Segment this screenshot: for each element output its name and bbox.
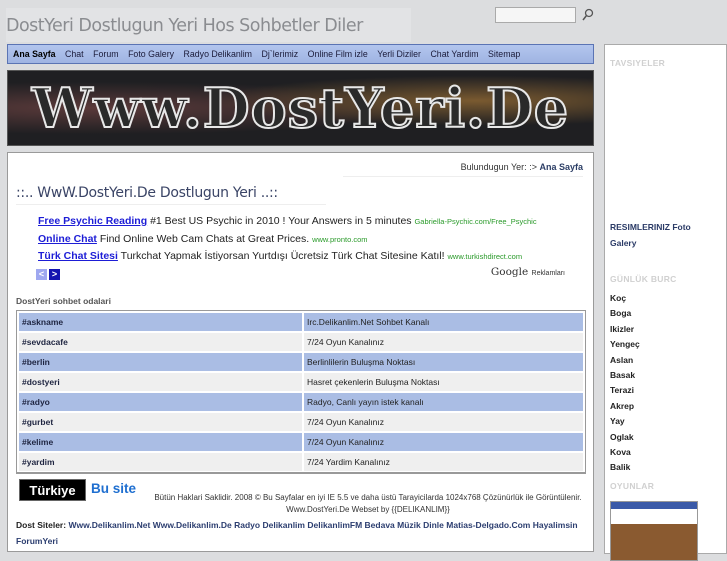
friend-site-link[interactable]: DelikanlimFM (307, 520, 362, 530)
burc-link[interactable]: Aslan (610, 355, 633, 365)
ad-text: Find Online Web Cam Chats at Great Price… (99, 233, 310, 245)
room-desc: 7/24 Yardim Kanalınız (304, 453, 583, 471)
nav-yerli-diziler[interactable]: Yerli Diziler (377, 49, 421, 59)
oyunlar-heading: OYUNLAR (610, 481, 655, 491)
ad-title[interactable]: Online Chat (38, 233, 97, 245)
google-ads-label[interactable]: Google Reklamları (491, 266, 565, 278)
burc-link[interactable]: Ikizler (610, 324, 634, 334)
ad-url[interactable]: Gabriella-Psychic.com/Free_Psychic (414, 217, 536, 226)
sidebar: TAVSIYELER RESIMLERINIZ Foto Galery GÜNL… (604, 44, 727, 561)
nav-chat[interactable]: Chat (65, 49, 84, 59)
ad-item: Türk Chat Sitesi Turkchat Yapmak İstiyor… (38, 250, 522, 262)
room-desc: 7/24 Oyun Kanalınız (304, 333, 583, 351)
table-row: #kelime 7/24 Oyun Kanalınız (19, 433, 583, 451)
google-ads-text: Reklamları (531, 270, 565, 277)
table-row: #yardim 7/24 Yardim Kanalınız (19, 453, 583, 471)
nav-radyo[interactable]: Radyo Delikanlim (184, 49, 252, 59)
main-content: Bulundugun Yer: :> Ana Sayfa ::.. WwW.Do… (7, 152, 594, 552)
table-row: #dostyeri Hasret çekenlerin Buluşma Nokta… (19, 373, 583, 391)
nav-chat-yardim[interactable]: Chat Yardim (430, 49, 478, 59)
room-desc: Hasret çekenlerin Buluşma Noktası (304, 373, 583, 391)
table-row: #radyo Radyo, Canlı yayın istek kanalı (19, 393, 583, 411)
divider (16, 472, 586, 473)
ad-item: Free Psychic Reading #1 Best US Psychic … (38, 215, 537, 227)
search-input[interactable] (495, 7, 576, 23)
ad-url[interactable]: www.turkishdirect.com (447, 252, 522, 261)
nav-sitemap[interactable]: Sitemap (488, 49, 520, 59)
room-desc: 7/24 Oyun Kanalınız (304, 433, 583, 451)
breadcrumb-label: Bulundugun Yer: (460, 162, 527, 172)
burc-link[interactable]: Balik (610, 462, 630, 472)
burc-link[interactable]: Yengeç (610, 339, 640, 349)
friend-site-link[interactable]: Www.Delikanlim.Net (68, 520, 150, 530)
gunluk-burc-heading: GÜNLÜK BURC (610, 274, 677, 284)
room-name[interactable]: #askname (19, 313, 302, 331)
copyright-text: Bütün Haklari Saklidir. 2008 © Bu Sayfal… (154, 493, 582, 514)
search-icon[interactable] (580, 7, 594, 23)
nav-foto-galery[interactable]: Foto Galery (128, 49, 174, 59)
table-row: #gurbet 7/24 Oyun Kanalınız (19, 413, 583, 431)
bu-site-link[interactable]: Bu site (91, 481, 136, 496)
ad-text: Turkchat Yapmak İstiyorsan Yurtdışı Ücre… (120, 250, 445, 262)
rooms-label: DostYeri sohbet odalari (16, 296, 111, 306)
nav-forum[interactable]: Forum (93, 49, 118, 59)
nav-djlerimiz[interactable]: Dj`lerimiz (261, 49, 298, 59)
burc-link[interactable]: Koç (610, 293, 626, 303)
friend-site-link[interactable]: Www.Delikanlim.De (153, 520, 232, 530)
table-row: #sevdacafe 7/24 Oyun Kanalınız (19, 333, 583, 351)
room-name[interactable]: #radyo (19, 393, 302, 411)
room-name[interactable]: #gurbet (19, 413, 302, 431)
room-name[interactable]: #sevdacafe (19, 333, 302, 351)
burc-link[interactable]: Basak (610, 370, 635, 380)
friend-sites: Dost Siteler: Www.Delikanlim.Net Www.Del… (16, 517, 586, 549)
burc-link[interactable]: Oglak (610, 432, 634, 442)
ad-url[interactable]: www.pronto.com (312, 235, 367, 244)
breadcrumb: Bulundugun Yer: :> Ana Sayfa (343, 162, 583, 177)
table-row: #askname Irc.Delikanlim.Net Sohbet Kanalı (19, 313, 583, 331)
breadcrumb-current[interactable]: Ana Sayfa (539, 162, 583, 172)
burc-link[interactable]: Akrep (610, 401, 634, 411)
ad-title[interactable]: Free Psychic Reading (38, 215, 147, 227)
breadcrumb-arrow-icon: :> (529, 162, 537, 172)
game-thumbnail[interactable] (610, 501, 698, 561)
banner-logo: Www.DostYeri.De (7, 70, 594, 146)
resimleriniz-link[interactable]: RESIMLERINIZ Foto Galery (610, 220, 710, 251)
room-desc: Irc.Delikanlim.Net Sohbet Kanalı (304, 313, 583, 331)
banner-text: Www.DostYeri.De (31, 75, 570, 141)
main-nav: Ana Sayfa Chat Forum Foto Galery Radyo D… (7, 44, 594, 64)
site-title: DostYeri Dostlugun Yeri Hos Sohbetler Di… (6, 8, 411, 42)
friend-site-link[interactable]: Bedava Müzik Dinle (365, 520, 444, 530)
burc-link[interactable]: Terazi (610, 385, 634, 395)
nav-online-film[interactable]: Online Film izle (308, 49, 368, 59)
turkiye-badge[interactable]: Türkiye (19, 479, 86, 501)
rooms-table: #askname Irc.Delikanlim.Net Sohbet Kanalı… (16, 310, 586, 474)
ad-item: Online Chat Find Online Web Cam Chats at… (38, 233, 368, 245)
table-row: #berlin Berlinlilerin Buluşma Noktası (19, 353, 583, 371)
room-desc: Radyo, Canlı yayın istek kanalı (304, 393, 583, 411)
burc-link[interactable]: Boga (610, 308, 631, 318)
burc-link[interactable]: Kova (610, 447, 631, 457)
ad-title[interactable]: Türk Chat Sitesi (38, 250, 118, 262)
friend-site-link[interactable]: Radyo Delikanlim (234, 520, 305, 530)
ad-prev-button[interactable]: < (36, 269, 47, 280)
room-desc: Berlinlilerin Buluşma Noktası (304, 353, 583, 371)
friend-site-link[interactable]: Matias-Delgado.Com (446, 520, 530, 530)
room-desc: 7/24 Oyun Kanalınız (304, 413, 583, 431)
google-logo: Google (490, 266, 529, 278)
burc-link[interactable]: Yay (610, 416, 625, 426)
nav-ana-sayfa[interactable]: Ana Sayfa (13, 49, 56, 59)
tavsiyeler-heading: TAVSIYELER (610, 58, 666, 68)
friend-sites-label: Dost Siteler: (16, 520, 67, 530)
page-heading: ::.. WwW.DostYeri.De Dostlugun Yeri ..:: (16, 185, 326, 205)
ad-next-button[interactable]: > (49, 269, 60, 280)
room-name[interactable]: #kelime (19, 433, 302, 451)
ad-text: #1 Best US Psychic in 2010 ! Your Answer… (150, 215, 412, 227)
room-name[interactable]: #dostyeri (19, 373, 302, 391)
room-name[interactable]: #yardim (19, 453, 302, 471)
room-name[interactable]: #berlin (19, 353, 302, 371)
